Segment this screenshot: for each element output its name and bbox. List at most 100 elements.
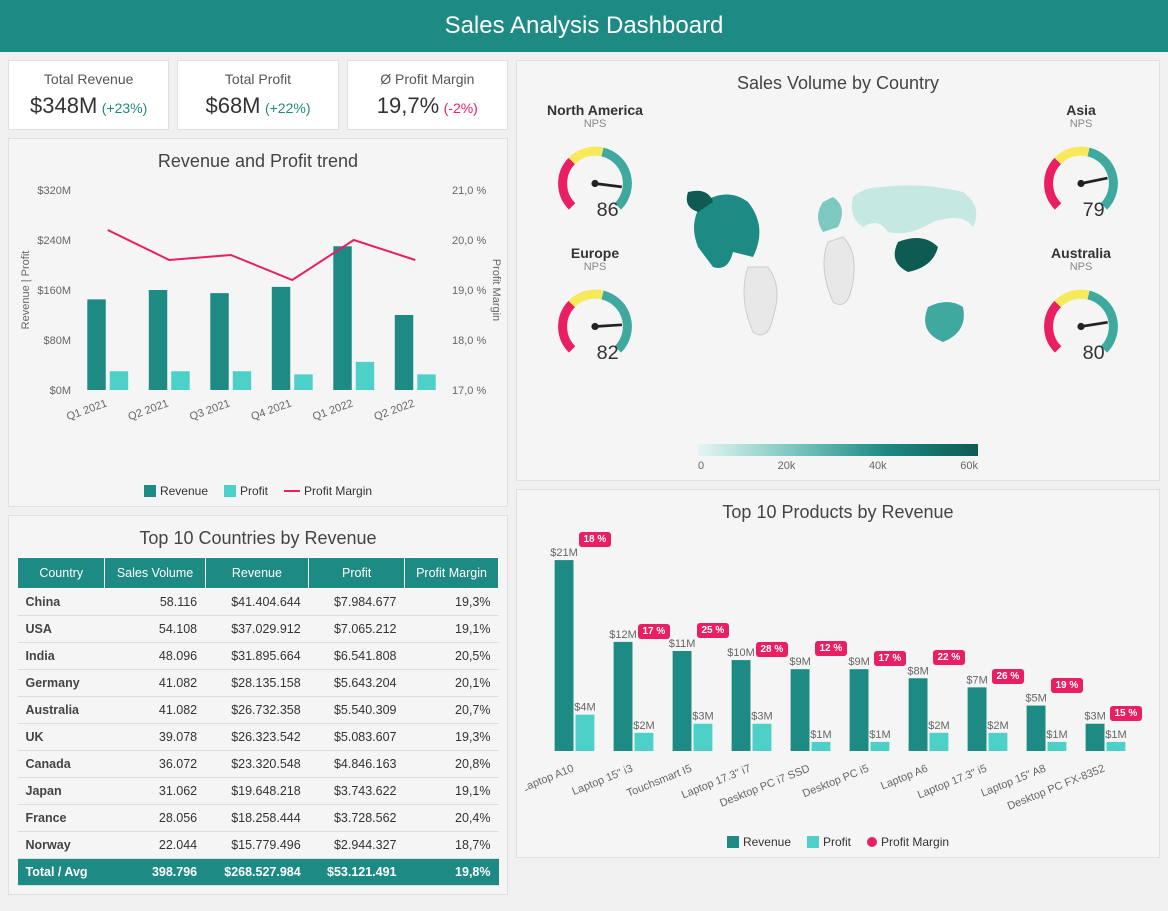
svg-text:Q2 2021: Q2 2021 — [127, 398, 171, 424]
svg-text:$3M: $3M — [692, 711, 713, 723]
legend-margin: Profit Margin — [304, 484, 372, 498]
svg-text:$2M: $2M — [633, 720, 654, 732]
svg-text:$21M: $21M — [550, 547, 578, 559]
countries-table: CountrySales VolumeRevenueProfitProfit M… — [17, 557, 499, 886]
legend-profit: Profit — [240, 484, 268, 498]
kpi-profit-margin: Ø Profit Margin 19,7% (-2%) — [347, 60, 508, 130]
svg-text:Profit Margin: Profit Margin — [490, 259, 501, 321]
svg-text:Laptop A10: Laptop A10 — [525, 763, 576, 795]
margin-annotation: 22 % — [933, 650, 966, 665]
svg-text:$3M: $3M — [751, 711, 772, 723]
tick: 0 — [698, 460, 704, 472]
table-row: China58.116$41.404.644$7.984.67719,3% — [18, 589, 499, 616]
page-title: Sales Analysis Dashboard — [0, 0, 1168, 52]
table-header: Sales Volume — [105, 558, 205, 589]
gauge-sub: NPS — [1011, 118, 1151, 130]
table-header: Profit Margin — [405, 558, 499, 589]
map-card: Sales Volume by Country North America NP… — [516, 60, 1160, 481]
kpi-value: 19,7% — [377, 93, 439, 118]
svg-text:$1M: $1M — [810, 729, 831, 741]
svg-text:Q3 2021: Q3 2021 — [188, 398, 232, 424]
legend-revenue: Revenue — [743, 835, 791, 849]
svg-text:$7M: $7M — [966, 674, 987, 686]
legend-profit: Profit — [823, 835, 851, 849]
products-chart-card: Top 10 Products by Revenue $21M $4M Laptop… — [516, 489, 1160, 858]
svg-text:Revenue | Profit: Revenue | Profit — [20, 251, 32, 330]
svg-text:20,0 %: 20,0 % — [452, 235, 486, 247]
svg-text:$1M: $1M — [1046, 729, 1067, 741]
table-row: Australia41.082$26.732.358$5.540.30920,7… — [18, 697, 499, 724]
kpi-change: (+23%) — [102, 100, 148, 116]
margin-annotation: 12 % — [815, 641, 848, 656]
table-header: Revenue — [205, 558, 309, 589]
kpi-label: Total Profit — [186, 71, 329, 87]
svg-text:86: 86 — [597, 199, 619, 221]
gauge-region: Asia — [1011, 102, 1151, 118]
gauge-europe: Europe NPS 82 — [525, 245, 665, 372]
table-row: USA54.108$37.029.912$7.065.21219,1% — [18, 616, 499, 643]
svg-text:79: 79 — [1083, 199, 1105, 221]
legend-margin: Profit Margin — [881, 835, 949, 849]
margin-annotation: 17 % — [874, 651, 907, 666]
svg-text:21,0 %: 21,0 % — [452, 185, 486, 197]
gauge-sub: NPS — [525, 261, 665, 273]
svg-text:17,0 %: 17,0 % — [452, 385, 486, 397]
world-map — [669, 102, 1007, 432]
svg-text:$1M: $1M — [1105, 729, 1126, 741]
margin-annotation: 25 % — [697, 623, 730, 638]
svg-text:$8M: $8M — [907, 665, 928, 677]
margin-annotation: 15 % — [1110, 706, 1143, 721]
legend-revenue: Revenue — [160, 484, 208, 498]
chart-title: Top 10 Products by Revenue — [525, 502, 1151, 523]
margin-annotation: 26 % — [992, 669, 1025, 684]
table-row: France28.056$18.258.444$3.728.56220,4% — [18, 805, 499, 832]
kpi-value: $68M — [205, 93, 260, 118]
svg-text:$240M: $240M — [37, 235, 71, 247]
kpi-value: $348M — [30, 93, 97, 118]
svg-text:Q2 2022: Q2 2022 — [373, 398, 417, 424]
gauge-north-america: North America NPS 86 — [525, 102, 665, 229]
tick: 20k — [778, 460, 796, 472]
svg-text:$5M: $5M — [1025, 693, 1046, 705]
svg-text:Desktop PC FX-8352: Desktop PC FX-8352 — [1006, 763, 1107, 813]
svg-text:$160M: $160M — [37, 285, 71, 297]
table-row: Japan31.062$19.648.218$3.743.62219,1% — [18, 778, 499, 805]
kpi-total-revenue: Total Revenue $348M (+23%) — [8, 60, 169, 130]
products-legend: Revenue Profit Profit Margin — [525, 835, 1151, 849]
table-row: Norway22.044$15.779.496$2.944.32718,7% — [18, 832, 499, 859]
gauge-region: Europe — [525, 245, 665, 261]
svg-text:$1M: $1M — [869, 729, 890, 741]
margin-annotation: 28 % — [756, 642, 789, 657]
svg-text:$4M: $4M — [574, 702, 595, 714]
kpi-change: (+22%) — [265, 100, 311, 116]
margin-annotation: 19 % — [1051, 678, 1084, 693]
kpi-change: (-2%) — [444, 100, 478, 116]
svg-text:Q4 2021: Q4 2021 — [250, 398, 294, 424]
svg-text:Q1 2021: Q1 2021 — [65, 398, 109, 424]
svg-text:82: 82 — [597, 342, 619, 364]
gauge-region: North America — [525, 102, 665, 118]
table-row: Canada36.072$23.320.548$4.846.16320,8% — [18, 751, 499, 778]
trend-chart: $0M$80M$160M$240M$320MRevenue | Profit17… — [17, 180, 499, 480]
svg-text:18,0 %: 18,0 % — [452, 335, 486, 347]
margin-annotation: 17 % — [638, 624, 671, 639]
map-title: Sales Volume by Country — [525, 73, 1151, 94]
table-header: Profit — [309, 558, 405, 589]
svg-text:$9M: $9M — [848, 656, 869, 668]
trend-chart-card: Revenue and Profit trend $0M$80M$160M$24… — [8, 138, 508, 507]
svg-text:$2M: $2M — [928, 720, 949, 732]
svg-text:$9M: $9M — [789, 656, 810, 668]
products-chart: $21M$4MLaptop A10$12M$2MLaptop 15" i3$11… — [525, 531, 1151, 831]
svg-text:19,0 %: 19,0 % — [452, 285, 486, 297]
kpi-label: Ø Profit Margin — [356, 71, 499, 87]
svg-text:Q1 2022: Q1 2022 — [311, 398, 355, 424]
gauge-sub: NPS — [1011, 261, 1151, 273]
table-header: Country — [18, 558, 105, 589]
svg-text:80: 80 — [1083, 342, 1105, 364]
svg-text:$320M: $320M — [37, 185, 71, 197]
svg-text:$12M: $12M — [609, 629, 637, 641]
gauge-australia: Australia NPS 80 — [1011, 245, 1151, 372]
chart-title: Revenue and Profit trend — [17, 151, 499, 172]
margin-annotation: 18 % — [579, 532, 612, 547]
trend-legend: Revenue Profit Profit Margin — [17, 484, 499, 498]
